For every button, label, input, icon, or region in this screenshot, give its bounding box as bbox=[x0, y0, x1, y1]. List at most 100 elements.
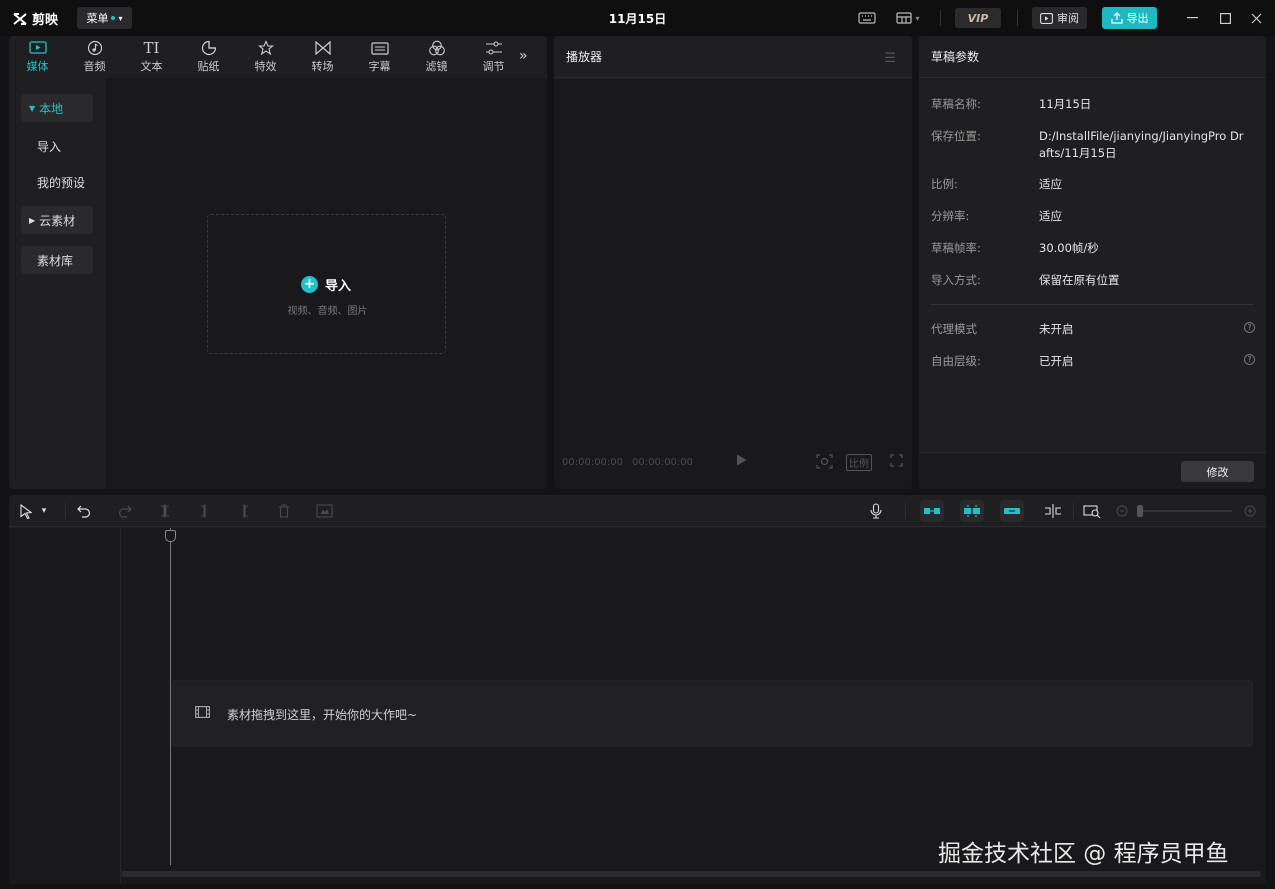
sticker-icon bbox=[200, 40, 218, 56]
zoom-in-icon[interactable] bbox=[1241, 502, 1259, 520]
ratio-button[interactable]: 比例 bbox=[846, 454, 872, 471]
snap-icon bbox=[964, 504, 980, 518]
param-label: 比例: bbox=[931, 177, 958, 191]
auto-snap-toggle[interactable] bbox=[960, 500, 984, 522]
zoom-fit-icon[interactable] bbox=[1083, 502, 1101, 520]
export-button[interactable]: 导出 bbox=[1102, 7, 1157, 29]
double-chevron-right-icon[interactable]: » bbox=[519, 48, 528, 64]
menu-button[interactable]: 菜单 ▾ bbox=[77, 7, 132, 29]
keyboard-icon[interactable] bbox=[857, 9, 877, 27]
divider bbox=[940, 10, 941, 26]
import-drop-area[interactable]: + 导入 视频、音频、图片 bbox=[207, 214, 446, 354]
close-icon[interactable] bbox=[1246, 9, 1266, 27]
split-left-icon[interactable] bbox=[196, 502, 214, 520]
menu-label: 菜单 bbox=[86, 12, 109, 25]
screenshot-icon[interactable] bbox=[816, 454, 833, 472]
tab-audio[interactable]: 音频 bbox=[66, 36, 123, 78]
film-icon bbox=[195, 706, 210, 721]
menu-icon[interactable]: ☰ bbox=[884, 51, 896, 66]
chevron-down-icon[interactable]: ▾ bbox=[38, 502, 50, 520]
main-track-magnet-toggle[interactable] bbox=[920, 500, 944, 522]
param-value: 适应 bbox=[1039, 209, 1062, 223]
redo-icon[interactable] bbox=[116, 502, 134, 520]
watermark: 掘金技术社区 @ 程序员甲鱼 bbox=[938, 841, 1229, 867]
param-label: 保存位置: bbox=[931, 129, 981, 143]
modify-button[interactable]: 修改 bbox=[1181, 461, 1254, 482]
tab-effects[interactable]: 特效 bbox=[237, 36, 294, 78]
media-icon bbox=[28, 40, 47, 56]
sidebar-item-library[interactable]: 素材库 bbox=[21, 246, 93, 274]
vip-button[interactable]: VIP bbox=[955, 8, 1001, 28]
import-label: 导入 bbox=[325, 279, 352, 294]
player-viewport bbox=[554, 79, 912, 489]
filter-icon bbox=[428, 40, 446, 56]
player-header: 播放器 ☰ bbox=[554, 36, 912, 78]
param-value: 30.00帧/秒 bbox=[1039, 241, 1099, 255]
horizontal-scrollbar[interactable] bbox=[121, 871, 1261, 877]
freeze-frame-icon[interactable] bbox=[315, 502, 333, 520]
tab-sticker[interactable]: 贴纸 bbox=[180, 36, 237, 78]
divider bbox=[905, 503, 906, 519]
maximize-icon[interactable] bbox=[1215, 9, 1235, 27]
playhead[interactable] bbox=[170, 528, 171, 865]
export-label: 导出 bbox=[1126, 12, 1149, 25]
param-value: 保留在原有位置 bbox=[1039, 273, 1120, 287]
import-button[interactable]: + 导入 bbox=[301, 275, 351, 294]
linkage-toggle[interactable] bbox=[1000, 500, 1024, 522]
draft-params-panel: 草稿参数 草稿名称: 11月15日 保存位置: D:/InstallFile/j… bbox=[919, 36, 1266, 489]
plus-icon: + bbox=[301, 276, 318, 293]
caret-right-icon: ▶ bbox=[29, 215, 36, 225]
select-cursor-icon[interactable] bbox=[17, 502, 35, 520]
player-title: 播放器 bbox=[566, 50, 603, 64]
sidebar-item-local[interactable]: ▼ 本地 bbox=[21, 94, 93, 122]
media-panel: 媒体 音频 TI 文本 贴纸 特效 转场 字幕 滤镜 调节 » ▼ 本地 导入 … bbox=[9, 36, 547, 489]
link-icon bbox=[1004, 508, 1020, 514]
sidebar-item-presets[interactable]: 我的预设 bbox=[21, 168, 93, 196]
delete-icon[interactable] bbox=[275, 502, 293, 520]
param-label: 代理模式 bbox=[931, 322, 977, 336]
zoom-out-icon[interactable] bbox=[1113, 502, 1131, 520]
tab-label: 音频 bbox=[83, 60, 106, 73]
play-icon[interactable] bbox=[736, 454, 747, 469]
params-header: 草稿参数 bbox=[919, 36, 1266, 78]
current-timecode: 00:00:00:00 bbox=[562, 457, 624, 468]
help-icon[interactable]: ? bbox=[1244, 354, 1255, 365]
sidebar-item-cloud[interactable]: ▶ 云素材 bbox=[21, 206, 93, 234]
fullscreen-icon[interactable] bbox=[890, 454, 903, 470]
help-icon[interactable]: ? bbox=[1244, 322, 1255, 333]
transition-icon bbox=[314, 40, 332, 56]
param-value: 未开启 bbox=[1039, 322, 1074, 336]
microphone-icon[interactable] bbox=[867, 502, 885, 520]
track-headers bbox=[9, 528, 121, 884]
tab-label: 文本 bbox=[140, 60, 163, 73]
sidebar-item-import[interactable]: 导入 bbox=[21, 132, 93, 160]
split-right-icon[interactable] bbox=[235, 502, 253, 520]
tab-text[interactable]: TI 文本 bbox=[123, 36, 180, 78]
tab-media[interactable]: 媒体 bbox=[9, 36, 66, 78]
undo-icon[interactable] bbox=[75, 502, 93, 520]
review-button[interactable]: 审阅 bbox=[1032, 7, 1087, 29]
zoom-slider[interactable] bbox=[1137, 505, 1232, 517]
tab-filter[interactable]: 滤镜 bbox=[408, 36, 465, 78]
zoom-slider-handle[interactable] bbox=[1137, 505, 1143, 517]
tab-transition[interactable]: 转场 bbox=[294, 36, 351, 78]
magnet-icon bbox=[924, 508, 940, 514]
split-icon[interactable] bbox=[156, 502, 174, 520]
divider bbox=[65, 503, 66, 519]
player-panel: 播放器 ☰ 00:00:00:00 00:00:00:00 比例 bbox=[554, 36, 912, 489]
tab-subtitle[interactable]: 字幕 bbox=[351, 36, 408, 78]
media-sidebar: ▼ 本地 导入 我的预设 ▶ 云素材 素材库 bbox=[9, 78, 106, 489]
params-footer: 修改 bbox=[919, 452, 1266, 489]
preview-axis-icon[interactable] bbox=[1044, 502, 1062, 520]
param-label: 自由层级: bbox=[931, 354, 981, 368]
minimize-icon[interactable] bbox=[1182, 9, 1202, 27]
timeline-toolbar: ▾ bbox=[9, 495, 1266, 527]
title-bar: 剪映 菜单 ▾ 11月15日 ▾ VIP 审阅 导出 bbox=[0, 0, 1275, 36]
timeline-tracks[interactable]: 素材拖拽到这里，开始你的大作吧~ bbox=[9, 528, 1266, 884]
layout-icon[interactable]: ▾ bbox=[892, 9, 924, 27]
playhead-handle[interactable] bbox=[165, 530, 176, 542]
tab-adjust[interactable]: 调节 bbox=[465, 36, 522, 78]
timeline-drop-zone[interactable]: 素材拖拽到这里，开始你的大作吧~ bbox=[172, 680, 1253, 747]
param-label: 草稿名称: bbox=[931, 97, 981, 111]
divider bbox=[1073, 503, 1074, 519]
